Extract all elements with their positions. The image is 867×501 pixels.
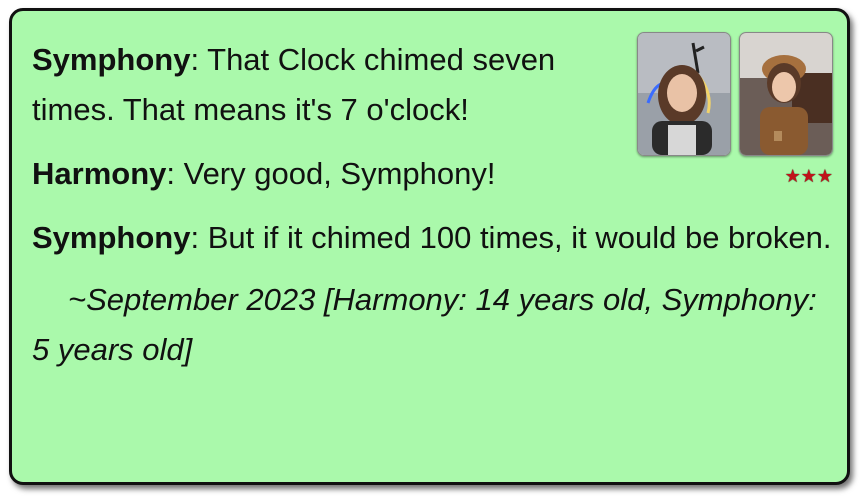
dialogue-text: : But if it chimed 100 times, it would b… [190,220,832,255]
quote-text: Symphony: That Clock chimed seven times.… [32,35,842,389]
speaker-name: Symphony [32,42,191,77]
date-caption: ~September 2023 [Harmony: 14 years old, … [32,282,817,367]
dialogue-line-3: Symphony: But if it chimed 100 times, it… [32,213,832,263]
dialogue-line-1: Symphony: That Clock chimed seven times.… [32,35,642,135]
speaker-name: Harmony [32,156,167,191]
quote-card: ★★★ Symphony: That Clock chimed seven ti… [9,8,850,485]
dialogue-line-2: Harmony: Very good, Symphony! [32,149,642,199]
dialogue-text: : Very good, Symphony! [166,156,496,191]
speaker-name: Symphony [32,220,191,255]
